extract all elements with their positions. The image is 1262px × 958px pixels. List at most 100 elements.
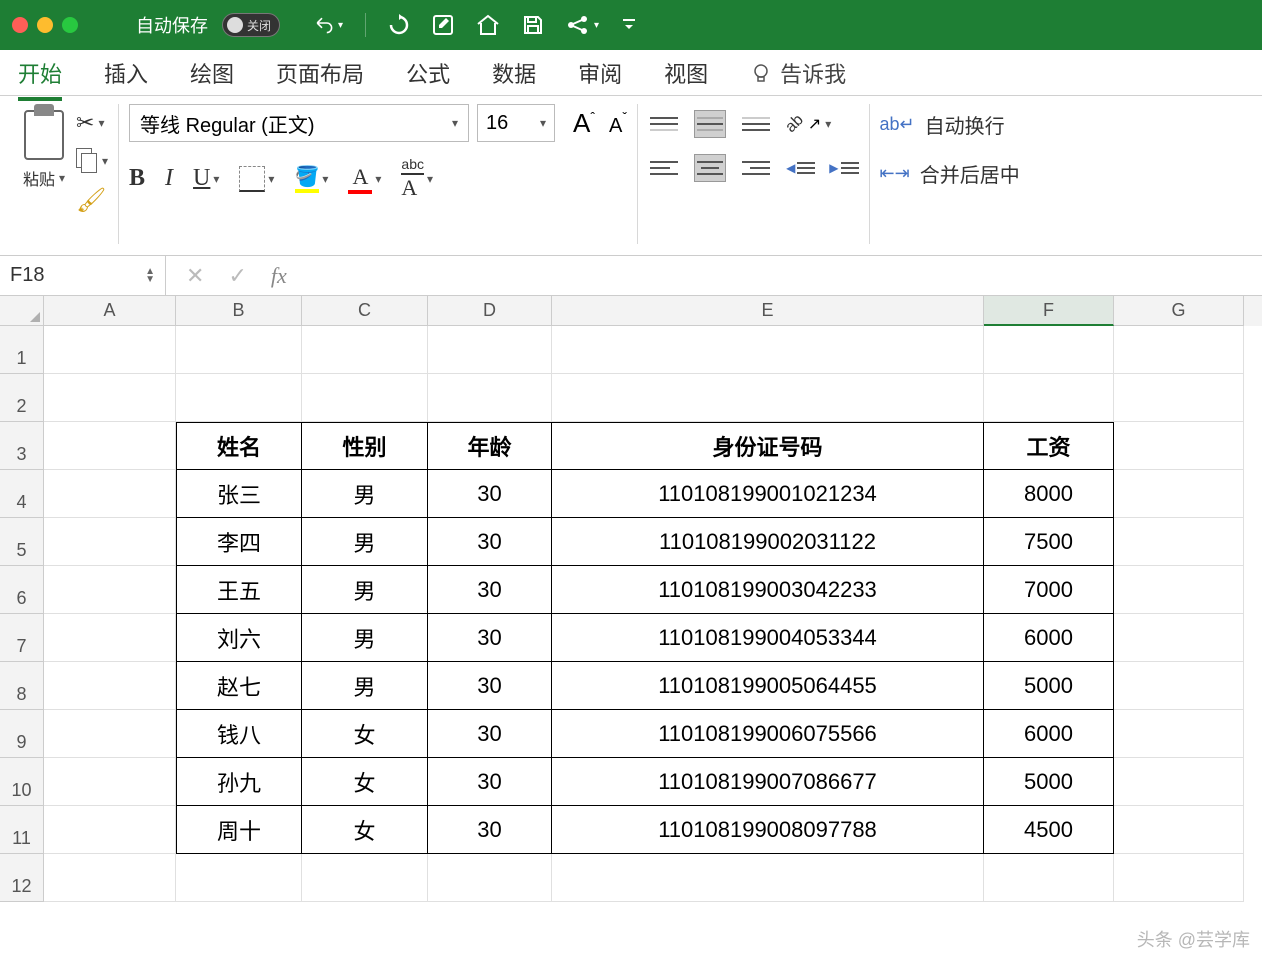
cell[interactable]: 5000 [984,758,1114,806]
col-header-F[interactable]: F [984,296,1114,326]
border-button[interactable]: ▾ [239,166,274,192]
cell[interactable] [1114,758,1244,806]
font-color-button[interactable]: A ▾ [348,164,381,194]
phonetic-guide-button[interactable]: abc A ▾ [401,156,433,201]
align-bottom-button[interactable] [740,110,772,138]
cell[interactable] [44,806,176,854]
tab-page-layout[interactable]: 页面布局 [276,51,364,95]
cell[interactable]: 8000 [984,470,1114,518]
font-size-select[interactable]: 16 ▾ [477,104,555,142]
cell[interactable] [44,470,176,518]
tab-insert[interactable]: 插入 [104,51,148,95]
cell[interactable]: 30 [428,518,552,566]
align-left-button[interactable] [648,154,680,182]
tab-view[interactable]: 视图 [664,51,708,95]
sync-icon[interactable] [388,14,410,36]
cell[interactable]: 王五 [176,566,302,614]
home-icon[interactable] [476,14,500,36]
cell[interactable] [176,854,302,902]
cell[interactable]: 性别 [302,422,428,470]
maximize-window-button[interactable] [62,17,78,33]
bold-button[interactable]: B [129,165,145,192]
cell[interactable] [44,374,176,422]
cell[interactable] [176,374,302,422]
cell[interactable]: 男 [302,470,428,518]
decrease-indent-button[interactable]: ◀ [786,154,815,182]
font-name-select[interactable]: 等线 Regular (正文) ▾ [129,104,469,142]
name-box-spinner[interactable]: ▲▼ [145,268,155,284]
cell[interactable] [1114,710,1244,758]
cell[interactable] [302,374,428,422]
cell[interactable]: 赵七 [176,662,302,710]
cell[interactable] [176,326,302,374]
row-header[interactable]: 5 [0,518,44,566]
copy-button[interactable]: ▾ [76,148,108,174]
italic-button[interactable]: I [165,165,173,192]
cell[interactable]: 30 [428,566,552,614]
col-header-D[interactable]: D [428,296,552,326]
cell[interactable] [552,326,984,374]
cell[interactable]: 110108199001021234 [552,470,984,518]
align-center-button[interactable] [694,154,726,182]
edit-icon[interactable] [432,14,454,36]
cell[interactable]: 工资 [984,422,1114,470]
increase-indent-button[interactable]: ▶ [829,154,858,182]
formula-input[interactable] [307,256,1262,295]
row-header[interactable]: 2 [0,374,44,422]
row-header[interactable]: 11 [0,806,44,854]
cell[interactable] [984,374,1114,422]
cell[interactable]: 钱八 [176,710,302,758]
merge-center-button[interactable]: ⇤⇥ 合并后居中 [880,159,1020,188]
cut-button[interactable]: ✂ ▾ [76,110,108,136]
name-box[interactable]: F18 ▲▼ [0,256,166,295]
cell[interactable]: 刘六 [176,614,302,662]
minimize-window-button[interactable] [37,17,53,33]
cell[interactable]: 张三 [176,470,302,518]
cell[interactable]: 女 [302,806,428,854]
cell[interactable]: 男 [302,518,428,566]
align-top-button[interactable] [648,110,680,138]
close-window-button[interactable] [12,17,28,33]
row-header[interactable]: 3 [0,422,44,470]
tab-review[interactable]: 审阅 [578,51,622,95]
tab-home[interactable]: 开始 [18,51,62,95]
decrease-font-button[interactable]: A ˇ [609,115,627,138]
orientation-button[interactable]: ab ↗ ▾ [786,110,831,138]
cell[interactable]: 孙九 [176,758,302,806]
col-header-E[interactable]: E [552,296,984,326]
col-header-G[interactable]: G [1114,296,1244,326]
cell[interactable]: 男 [302,566,428,614]
cell[interactable]: 110108199007086677 [552,758,984,806]
cells-area[interactable]: 姓名 性别 年龄 身份证号码 工资 张三 男 30 11010819900102… [44,326,1244,902]
cell[interactable]: 30 [428,662,552,710]
cell[interactable] [1114,326,1244,374]
cell[interactable]: 30 [428,614,552,662]
format-painter-button[interactable]: 🖌 [76,186,108,215]
cell[interactable]: 30 [428,710,552,758]
cell[interactable]: 110108199008097788 [552,806,984,854]
cell[interactable] [984,326,1114,374]
cell[interactable]: 110108199005064455 [552,662,984,710]
cell[interactable] [1114,422,1244,470]
select-all-corner[interactable] [0,296,44,326]
cell[interactable] [1114,806,1244,854]
cell[interactable]: 7000 [984,566,1114,614]
wrap-text-button[interactable]: ab↵ 自动换行 [880,110,1020,139]
cell[interactable] [44,758,176,806]
col-header-A[interactable]: A [44,296,176,326]
row-header[interactable]: 6 [0,566,44,614]
cell[interactable] [44,710,176,758]
cell[interactable]: 周十 [176,806,302,854]
cell[interactable] [428,326,552,374]
paste-button[interactable]: 粘贴 ▾ [20,104,68,190]
fill-color-button[interactable]: 🪣 ▾ [294,164,328,193]
cell[interactable] [44,614,176,662]
cell[interactable] [302,854,428,902]
fx-icon[interactable]: fx [271,263,287,289]
autosave-toggle[interactable]: 关闭 [222,13,280,37]
cell[interactable]: 女 [302,758,428,806]
cell[interactable] [428,854,552,902]
cell[interactable] [44,854,176,902]
cell[interactable] [1114,374,1244,422]
cell[interactable] [1114,470,1244,518]
